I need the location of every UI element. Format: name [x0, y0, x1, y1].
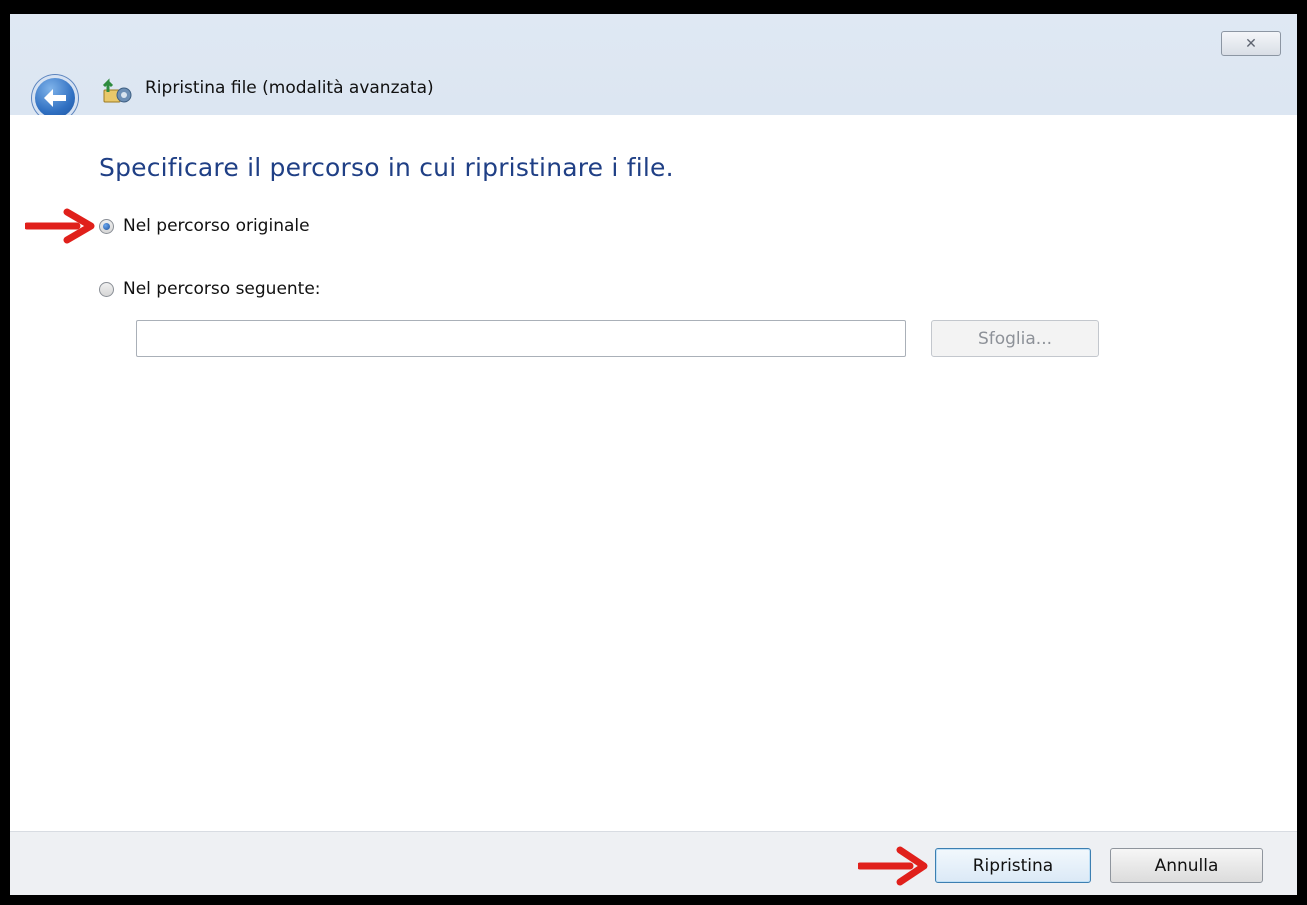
red-arrow-icon [25, 208, 95, 244]
close-icon: ✕ [1245, 35, 1257, 52]
page-heading: Specificare il percorso in cui ripristin… [99, 153, 674, 182]
radio-label-original: Nel percorso originale [123, 216, 310, 236]
cancel-button[interactable]: Annulla [1110, 848, 1263, 883]
dialog-footer: Ripristina Annulla [10, 831, 1297, 895]
back-arrow-icon [44, 89, 66, 107]
path-input[interactable] [136, 320, 906, 357]
radio-following-location[interactable]: Nel percorso seguente: [99, 279, 321, 299]
browse-button[interactable]: Sfoglia... [931, 320, 1099, 357]
radio-button-unselected[interactable] [99, 281, 114, 297]
close-button[interactable]: ✕ [1221, 31, 1281, 56]
radio-original-location[interactable]: Nel percorso originale [99, 216, 310, 236]
dialog-header: ✕ Ripristina file (modalità avanzata) [10, 14, 1297, 121]
red-arrow-icon [858, 846, 928, 886]
restore-files-icon [102, 78, 132, 103]
window-title: Ripristina file (modalità avanzata) [145, 78, 434, 98]
dialog-content: Specificare il percorso in cui ripristin… [10, 115, 1297, 831]
restore-dialog: ✕ Ripristina file (modalità avanzata) Sp… [10, 14, 1297, 895]
radio-label-following: Nel percorso seguente: [123, 279, 321, 299]
restore-button[interactable]: Ripristina [935, 848, 1091, 883]
radio-button-selected[interactable] [99, 218, 114, 234]
